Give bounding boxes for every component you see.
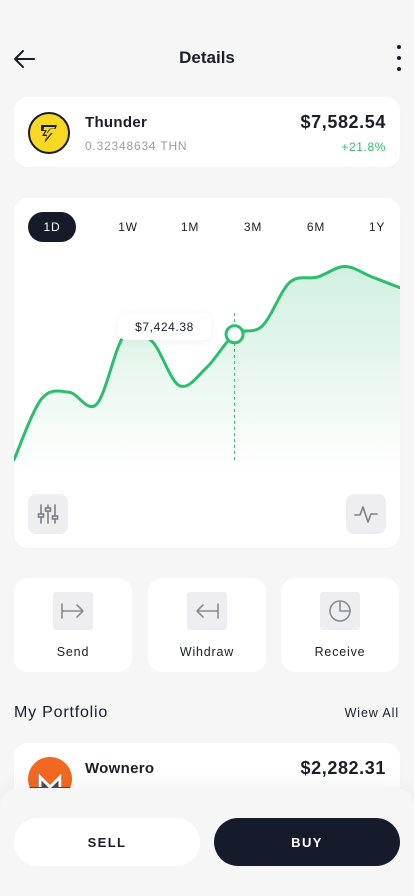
timeframe-tabs: 1D 1W 1M 3M 6M 1Y	[28, 212, 392, 242]
sell-button[interactable]: SELL	[14, 818, 200, 866]
price-chart	[14, 265, 400, 473]
buy-button[interactable]: BUY	[214, 818, 400, 866]
chart-tooltip: $7,424.38	[118, 313, 211, 340]
chart-settings-button[interactable]	[28, 494, 68, 534]
send-button[interactable]: Send	[14, 578, 132, 672]
page-title: Details	[179, 48, 235, 67]
coin-amount: 0.32348634 THN	[85, 139, 188, 153]
send-arrow-icon	[53, 592, 93, 630]
tab-1y[interactable]: 1Y	[359, 212, 395, 242]
withdraw-arrow-icon	[187, 592, 227, 630]
thunder-coin-icon	[28, 112, 70, 154]
send-label: Send	[56, 645, 90, 659]
tab-1w[interactable]: 1W	[110, 212, 146, 242]
pie-chart-icon	[320, 592, 360, 630]
portfolio-item-price: $2,282.31	[300, 758, 386, 778]
portfolio-item-name: Wownero	[85, 760, 155, 777]
view-all-link[interactable]: Wiew All	[345, 706, 399, 720]
tab-6m[interactable]: 6M	[298, 212, 334, 242]
receive-label: Receive	[314, 645, 366, 659]
more-options-button[interactable]	[392, 45, 406, 71]
coin-summary-card: Thunder 0.32348634 THN $7,582.54 +21.8%	[14, 97, 400, 167]
more-vertical-icon	[397, 45, 401, 49]
receive-button[interactable]: Receive	[281, 578, 399, 672]
tab-1m[interactable]: 1M	[172, 212, 208, 242]
coin-name: Thunder	[85, 114, 148, 131]
portfolio-heading: My Portfolio	[14, 704, 109, 721]
tab-1d[interactable]: 1D	[28, 212, 76, 242]
coin-change: +21.8%	[341, 140, 386, 154]
sliders-icon	[37, 504, 59, 524]
coin-price: $7,582.54	[300, 112, 386, 132]
withdraw-label: Wihdraw	[179, 645, 235, 659]
chart-type-button[interactable]	[346, 494, 386, 534]
chart-area-fill	[14, 266, 400, 473]
tab-3m[interactable]: 3M	[235, 212, 271, 242]
withdraw-button[interactable]: Wihdraw	[148, 578, 266, 672]
bottom-action-bar: SELL BUY	[0, 788, 414, 896]
chart-highlight-point[interactable]	[224, 324, 245, 345]
price-chart-card: 1D 1W 1M 3M 6M 1Y $7,424.38	[14, 198, 400, 548]
activity-icon	[354, 506, 378, 523]
